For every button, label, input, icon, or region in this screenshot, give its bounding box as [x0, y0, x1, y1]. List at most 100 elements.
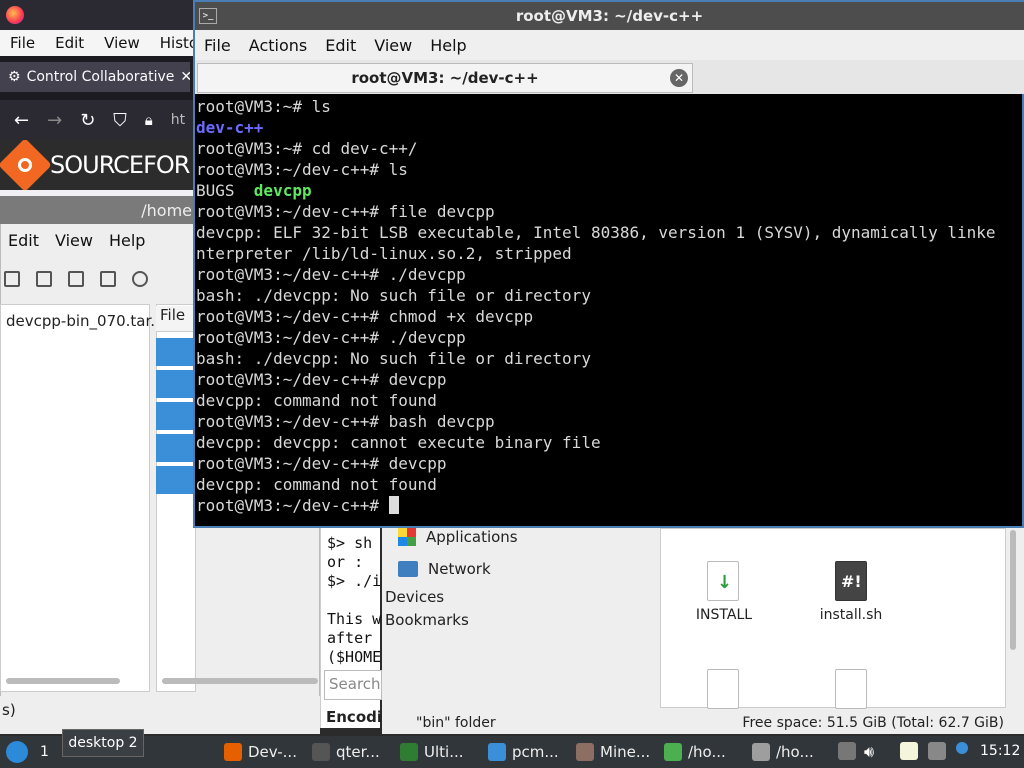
text-viewer-content: $> sh or : $> ./i This w after ($HOME	[327, 534, 382, 666]
terminal-line: root@VM3:~/dev-c++# devcpp	[196, 454, 447, 473]
sidebar-heading-bookmarks: Bookmarks	[385, 611, 469, 629]
taskbar-button[interactable]: /ho...	[752, 737, 814, 767]
firefox-tab-label: Control Collaborative	[26, 69, 175, 85]
file-label-install-sh[interactable]: install.sh	[801, 607, 901, 623]
tree-scrollbar[interactable]	[6, 678, 120, 684]
start-menu-icon[interactable]	[6, 741, 28, 763]
desktop-tooltip: desktop 2	[62, 729, 144, 757]
script-file-icon[interactable]: #!	[835, 561, 867, 601]
terminal-menubar: File Actions Edit View Help	[195, 30, 1024, 60]
sidebar-item-applications[interactable]: Applications	[398, 528, 518, 546]
file-view-scrollbar[interactable]	[1006, 528, 1024, 708]
terminal-menu-help[interactable]: Help	[421, 36, 475, 55]
clipboard-icon[interactable]	[900, 742, 918, 760]
archive-icon[interactable]	[36, 271, 52, 287]
app-icon	[664, 743, 682, 761]
fm-menu-edit[interactable]: Edit	[0, 231, 47, 250]
list-item[interactable]	[156, 370, 196, 398]
sidebar-item-network[interactable]: Network	[398, 560, 491, 578]
encoding-label: Encodin	[326, 708, 382, 726]
shield-icon[interactable]: ⛉	[113, 110, 127, 131]
terminal-line: root@VM3:~/dev-c++#	[196, 495, 1024, 516]
terminal-menu-edit[interactable]: Edit	[316, 36, 365, 55]
terminal-line: root@VM3:~# ls	[196, 97, 331, 116]
scroll-icon[interactable]	[838, 742, 856, 760]
fm-menu-view[interactable]: View	[47, 231, 101, 250]
taskbar-button-label: qter...	[336, 743, 380, 761]
tab-favicon-icon: ⚙	[8, 69, 21, 85]
terminal-line: BUGS devcpp	[196, 181, 312, 200]
record-icon[interactable]	[132, 271, 148, 287]
taskbar-button-label: pcm...	[512, 743, 559, 761]
terminal-line: devcpp: command not found	[196, 475, 437, 494]
network-icon	[398, 561, 418, 577]
back-icon[interactable]: ←	[14, 110, 29, 131]
taskbar-button[interactable]: qter...	[312, 737, 380, 767]
add-file-icon[interactable]	[68, 271, 84, 287]
fm-menu-help[interactable]: Help	[101, 231, 153, 250]
sidebar-heading-devices: Devices	[385, 588, 445, 606]
list-item[interactable]	[156, 434, 196, 462]
firefox-menu-view[interactable]: View	[94, 34, 150, 52]
terminal-line: root@VM3:~/dev-c++# devcpp	[196, 370, 447, 389]
download-arrow-icon: ↓	[717, 572, 733, 593]
url-fragment[interactable]: ht	[171, 112, 185, 128]
terminal-line: root@VM3:~/dev-c++# bash devcpp	[196, 412, 495, 431]
file-icon-view: ↓ INSTALL #! install.sh	[660, 528, 1006, 709]
terminal-menu-view[interactable]: View	[365, 36, 421, 55]
terminal-line: root@VM3:~/dev-c++# file devcpp	[196, 202, 495, 221]
terminal-tab[interactable]: root@VM3: ~/dev-c++	[197, 63, 693, 93]
taskbar-button[interactable]: Mine...	[576, 737, 650, 767]
tab-close-icon[interactable]: ✕	[180, 69, 190, 85]
list-item[interactable]	[156, 402, 196, 430]
site-name[interactable]: SOURCEFOR	[50, 151, 190, 179]
update-icon[interactable]	[956, 742, 968, 754]
list-item[interactable]	[156, 466, 196, 494]
list-item[interactable]	[156, 338, 196, 366]
volume-icon[interactable]: 🔊︎	[864, 742, 882, 761]
document-file-icon[interactable]	[835, 669, 867, 709]
terminal-cursor	[388, 496, 399, 514]
sourceforge-logo-icon	[0, 140, 52, 190]
firefox-tab[interactable]: ⚙ Control Collaborative ✕	[0, 62, 190, 92]
sidebar-label: Applications	[426, 528, 518, 546]
list-scrollbar[interactable]	[162, 678, 318, 684]
terminal-line: root@VM3:~/dev-c++# ls	[196, 160, 408, 179]
firefox-menu-edit[interactable]: Edit	[45, 34, 94, 52]
text-file-icon[interactable]: ↓	[707, 561, 739, 601]
terminal-output[interactable]: root@VM3:~# ls dev-c++ root@VM3:~# cd dev-…	[196, 96, 1024, 524]
terminal-line: devcpp: command not found	[196, 391, 437, 410]
terminal-menu-actions[interactable]: Actions	[240, 36, 316, 55]
reload-icon[interactable]: ↻	[80, 110, 95, 131]
workspace-number[interactable]: 1	[40, 744, 49, 760]
tree-item-archive[interactable]: devcpp-bin_070.tar.	[6, 312, 155, 330]
file-manager-right-sidebar: Applications Network Devices Bookmarks	[382, 528, 658, 708]
applications-icon	[398, 528, 416, 546]
firefox-menu-file[interactable]: File	[0, 34, 45, 52]
tab-close-icon[interactable]: ✕	[670, 69, 688, 87]
taskbar-button[interactable]: Ulti...	[400, 737, 464, 767]
add-folder-icon[interactable]	[100, 271, 116, 287]
network-tray-icon[interactable]	[928, 742, 946, 760]
upload-icon[interactable]	[4, 271, 20, 287]
lock-icon[interactable]: 🔒︎	[145, 111, 153, 129]
terminal-line: root@VM3:~/dev-c++# chmod +x devcpp	[196, 307, 534, 326]
document-file-icon[interactable]	[707, 669, 739, 709]
forward-icon[interactable]: →	[47, 110, 62, 131]
taskbar-button[interactable]: /ho...	[664, 737, 726, 767]
taskbar-button[interactable]: pcm...	[488, 737, 559, 767]
sidebar-label: Network	[428, 560, 491, 578]
status-folder: "bin" folder	[416, 715, 496, 731]
search-input[interactable]: Search	[324, 670, 382, 700]
firefox-menubar: File Edit View Histo	[0, 30, 198, 56]
list-header-file[interactable]: File	[156, 306, 196, 332]
terminal-line: root@VM3:~/dev-c++# ./devcpp	[196, 328, 466, 347]
file-label-install[interactable]: INSTALL	[674, 607, 774, 623]
file-manager-left-footer	[0, 724, 320, 734]
terminal-line: devcpp: ELF 32-bit LSB executable, Intel…	[196, 223, 996, 242]
app-icon	[312, 743, 330, 761]
terminal-menu-file[interactable]: File	[195, 36, 240, 55]
sourceforge-header: SOURCEFOR	[0, 140, 196, 190]
app-icon	[488, 743, 506, 761]
taskbar-button[interactable]: Dev-...	[224, 737, 297, 767]
